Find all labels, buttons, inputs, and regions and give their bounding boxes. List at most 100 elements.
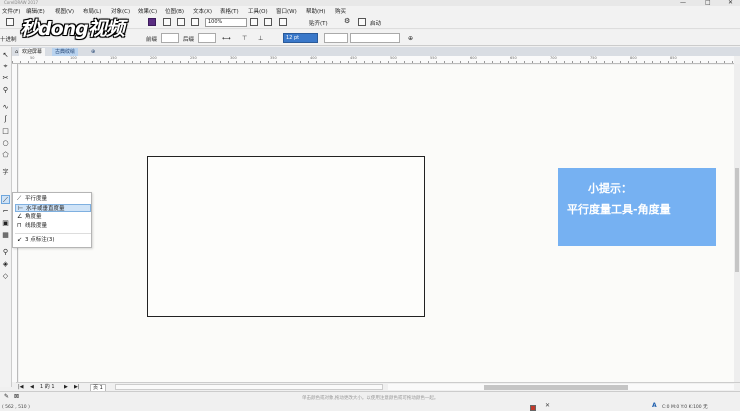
flyout-item-label: 水平或垂直度量 bbox=[26, 206, 65, 212]
last-page-button[interactable]: ▶| bbox=[74, 384, 80, 391]
zoom-level-select[interactable]: 100% bbox=[205, 18, 247, 27]
page-tab-scroll[interactable] bbox=[115, 384, 383, 390]
hint-title: 小提示： bbox=[588, 182, 632, 195]
flyout-item-angular[interactable]: ∠ 角度量 bbox=[15, 213, 91, 221]
suffix-label: 后缀 bbox=[183, 37, 195, 43]
text-tool-icon[interactable]: 字 bbox=[1, 168, 10, 177]
ruler-tick-label: 500 bbox=[390, 56, 397, 60]
new-document-icon[interactable] bbox=[6, 18, 14, 26]
snap-to-menu[interactable]: 贴齐(T) bbox=[309, 19, 328, 27]
prev-page-button[interactable]: ◀ bbox=[30, 384, 34, 391]
horizontal-scroll-thumb[interactable] bbox=[484, 385, 628, 390]
cursor-coordinates: ( 562 , 510 ) bbox=[2, 405, 30, 410]
rulers-icon[interactable] bbox=[264, 18, 272, 26]
window-title: CorelDRAW 2017 bbox=[4, 0, 38, 5]
menu-layout[interactable]: 布局(L) bbox=[83, 7, 101, 15]
options-gear-icon[interactable]: ⚙ bbox=[344, 17, 350, 25]
menu-tools[interactable]: 工具(O) bbox=[248, 7, 268, 15]
ellipse-tool-icon[interactable]: ○ bbox=[1, 139, 10, 148]
publish-icon[interactable] bbox=[191, 18, 199, 26]
page-rectangle[interactable] bbox=[147, 156, 425, 317]
angular-dimension-icon: ∠ bbox=[17, 213, 23, 220]
menu-bar: 文件(F) 编辑(E) 视图(V) 布局(L) 对象(C) 效果(C) 位图(B… bbox=[0, 6, 740, 15]
full-screen-icon[interactable] bbox=[250, 18, 258, 26]
ruler-tick-label: 600 bbox=[470, 56, 477, 60]
polygon-tool-icon[interactable]: ⬠ bbox=[1, 151, 10, 160]
add-icon[interactable]: ⊕ bbox=[408, 35, 413, 42]
drop-shadow-icon[interactable]: ▣ bbox=[1, 219, 10, 228]
smart-fill-icon[interactable]: ◇ bbox=[1, 272, 10, 281]
ruler-tick-label: 450 bbox=[350, 56, 357, 60]
freehand-tool-icon[interactable]: ∿ bbox=[1, 103, 10, 112]
arrowhead-select[interactable] bbox=[324, 33, 348, 43]
line-style-select[interactable] bbox=[350, 33, 400, 43]
units-label[interactable]: 十进制 bbox=[0, 35, 17, 43]
dimension-tools-flyout: ⟋ 平行度量 ⊢ 水平或垂直度量 ∠ 角度量 ⊓ 线段度量 ↙ 3 点标注(3) bbox=[12, 192, 92, 248]
text-position-icon[interactable]: ⊤ bbox=[242, 35, 247, 42]
flyout-item-horizontal-vertical[interactable]: ⊢ 水平或垂直度量 bbox=[15, 204, 91, 212]
suffix-input[interactable] bbox=[198, 33, 216, 43]
dynamic-dimension-icon[interactable]: ⟷ bbox=[222, 35, 231, 42]
corel-connect-icon[interactable] bbox=[148, 18, 156, 26]
ruler-tick-label: 800 bbox=[630, 56, 637, 60]
text-color-icon[interactable]: A bbox=[652, 402, 657, 409]
prefix-input[interactable] bbox=[161, 33, 179, 43]
menu-bitmaps[interactable]: 位图(B) bbox=[165, 7, 184, 15]
hint-box: 小提示： 平行度量工具-角度量 bbox=[558, 168, 716, 246]
first-page-button[interactable]: |◀ bbox=[18, 384, 24, 391]
grid-icon[interactable] bbox=[279, 18, 287, 26]
export-icon[interactable] bbox=[177, 18, 185, 26]
zoom-tool-icon[interactable]: ⚲ bbox=[1, 86, 10, 95]
menu-edit[interactable]: 编辑(E) bbox=[26, 7, 45, 15]
next-page-button[interactable]: ▶ bbox=[64, 384, 68, 391]
horizontal-scrollbar[interactable] bbox=[388, 384, 734, 390]
menu-text[interactable]: 文本(X) bbox=[193, 7, 212, 15]
flyout-item-3point-callout[interactable]: ↙ 3 点标注(3) bbox=[15, 236, 91, 244]
launch-icon[interactable] bbox=[358, 18, 366, 26]
horizontal-ruler[interactable]: 50 100 150 200 250 300 350 400 450 500 5… bbox=[12, 56, 734, 64]
ruler-tick-label: 650 bbox=[510, 56, 517, 60]
flyout-separator bbox=[15, 233, 91, 234]
transparency-icon[interactable]: ▦ bbox=[1, 231, 10, 240]
extension-lines-icon[interactable]: ⊥ bbox=[258, 35, 263, 42]
flyout-item-label: 3 点标注(3) bbox=[25, 237, 55, 243]
callout-icon: ↙ bbox=[17, 236, 23, 243]
import-icon[interactable] bbox=[163, 18, 171, 26]
add-tab-icon[interactable]: ⊕ bbox=[88, 48, 98, 56]
tab-document[interactable]: 古典纹绘 bbox=[52, 48, 79, 56]
menu-file[interactable]: 文件(F) bbox=[2, 7, 20, 15]
rectangle-tool-icon[interactable]: □ bbox=[1, 127, 10, 136]
fill-swatch[interactable] bbox=[530, 405, 536, 411]
menu-object[interactable]: 对象(C) bbox=[111, 7, 130, 15]
pick-tool-icon[interactable]: ↖ bbox=[1, 51, 10, 60]
connector-tool-icon[interactable]: ⌐ bbox=[1, 207, 10, 216]
menu-help[interactable]: 帮助(H) bbox=[306, 7, 325, 15]
flyout-item-parallel[interactable]: ⟋ 平行度量 bbox=[15, 195, 91, 203]
toolbox: ↖ ⌖ ✂ ⚲ ∿ ʃ □ ○ ⬠ 字 ⟋ ⌐ ▣ ▦ ⚲ ◈ ◇ bbox=[0, 47, 12, 387]
eyedropper-icon[interactable]: ⚲ bbox=[1, 248, 10, 257]
font-size-select[interactable]: 12 pt bbox=[283, 33, 318, 43]
interactive-fill-icon[interactable]: ◈ bbox=[1, 260, 10, 269]
vertical-scrollbar[interactable] bbox=[734, 64, 740, 382]
eyedropper-icon[interactable]: ✎ bbox=[4, 393, 9, 400]
crop-tool-icon[interactable]: ✂ bbox=[1, 74, 10, 83]
flyout-item-segment[interactable]: ⊓ 线段度量 bbox=[15, 222, 91, 230]
artistic-media-icon[interactable]: ʃ bbox=[1, 115, 10, 124]
ruler-tick-label: 350 bbox=[270, 56, 277, 60]
ruler-tick-label: 850 bbox=[670, 56, 677, 60]
ruler-tick-label: 750 bbox=[590, 56, 597, 60]
no-color-icon[interactable]: ⊠ bbox=[14, 393, 19, 400]
menu-view[interactable]: 视图(V) bbox=[55, 7, 74, 15]
flyout-item-label: 平行度量 bbox=[25, 196, 48, 202]
vertical-scroll-thumb[interactable] bbox=[735, 168, 739, 272]
tab-welcome-screen[interactable]: 欢迎屏幕 bbox=[19, 48, 46, 56]
flyout-item-label: 角度量 bbox=[25, 214, 42, 220]
parallel-dimension-icon[interactable]: ⟋ bbox=[1, 195, 10, 204]
menu-buy[interactable]: 购买 bbox=[335, 7, 346, 15]
shape-tool-icon[interactable]: ⌖ bbox=[1, 62, 10, 71]
menu-effects[interactable]: 效果(C) bbox=[138, 7, 157, 15]
menu-window[interactable]: 窗口(W) bbox=[276, 7, 297, 15]
menu-table[interactable]: 表格(T) bbox=[220, 7, 239, 15]
document-tab-bar: ⌂ 欢迎屏幕 古典纹绘 ⊕ bbox=[12, 47, 740, 56]
launch-menu[interactable]: 启动 bbox=[370, 19, 381, 27]
